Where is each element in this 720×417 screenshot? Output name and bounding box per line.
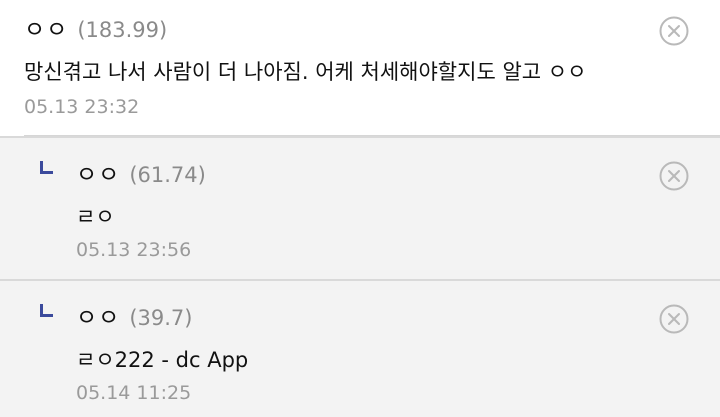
comment-item: ㅇㅇ (183.99) 망신겪고 나서 사람이 더 나아짐. 어케 처세해야할지… [0,0,720,136]
circle-x-icon [659,16,689,46]
comment-timestamp: 05.13 23:32 [24,96,140,118]
comment-author-line: ㅇㅇ (183.99) [24,10,167,44]
delete-reply-button[interactable] [658,303,690,335]
comment-author-score: (183.99) [77,18,168,42]
reply-author-line: ㅇㅇ (61.74) [76,155,206,189]
reply-author-score: (39.7) [129,306,193,330]
reply-arrow-icon [40,161,53,174]
reply-author-name[interactable]: ㅇㅇ [76,155,120,189]
comment-list: ㅇㅇ (183.99) 망신겪고 나서 사람이 더 나아짐. 어케 처세해야할지… [0,0,720,417]
reply-timestamp: 05.13 23:56 [76,239,192,261]
reply-author-score: (61.74) [129,163,206,187]
reply-item: ㅇㅇ (61.74) ㄹㅇ 05.13 23:56 [0,136,720,279]
reply-text: ㄹㅇ222 - dc App [76,348,249,372]
delete-reply-button[interactable] [658,160,690,192]
reply-timestamp: 05.14 11:25 [76,382,192,404]
circle-x-icon [659,304,689,334]
reply-author-line: ㅇㅇ (39.7) [76,298,192,332]
reply-arrow-icon [40,304,53,317]
delete-comment-button[interactable] [658,15,690,47]
reply-item: ㅇㅇ (39.7) ㄹㅇ222 - dc App 05.14 11:25 [0,279,720,417]
comment-author-name[interactable]: ㅇㅇ [24,10,68,44]
comment-text: 망신겪고 나서 사람이 더 나아짐. 어케 처세해야할지도 알고 ㅇㅇ [24,60,587,84]
reply-text: ㄹㅇ [76,205,115,229]
reply-author-name[interactable]: ㅇㅇ [76,298,120,332]
circle-x-icon [659,161,689,191]
